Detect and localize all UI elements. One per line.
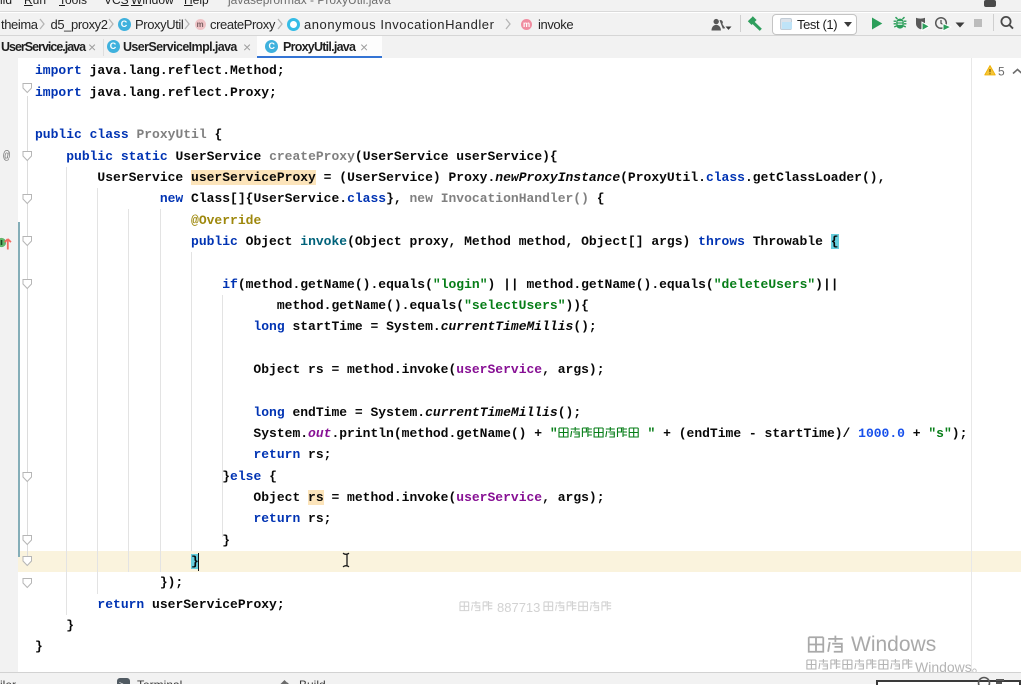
svg-text:5: 5 [998, 65, 1005, 79]
